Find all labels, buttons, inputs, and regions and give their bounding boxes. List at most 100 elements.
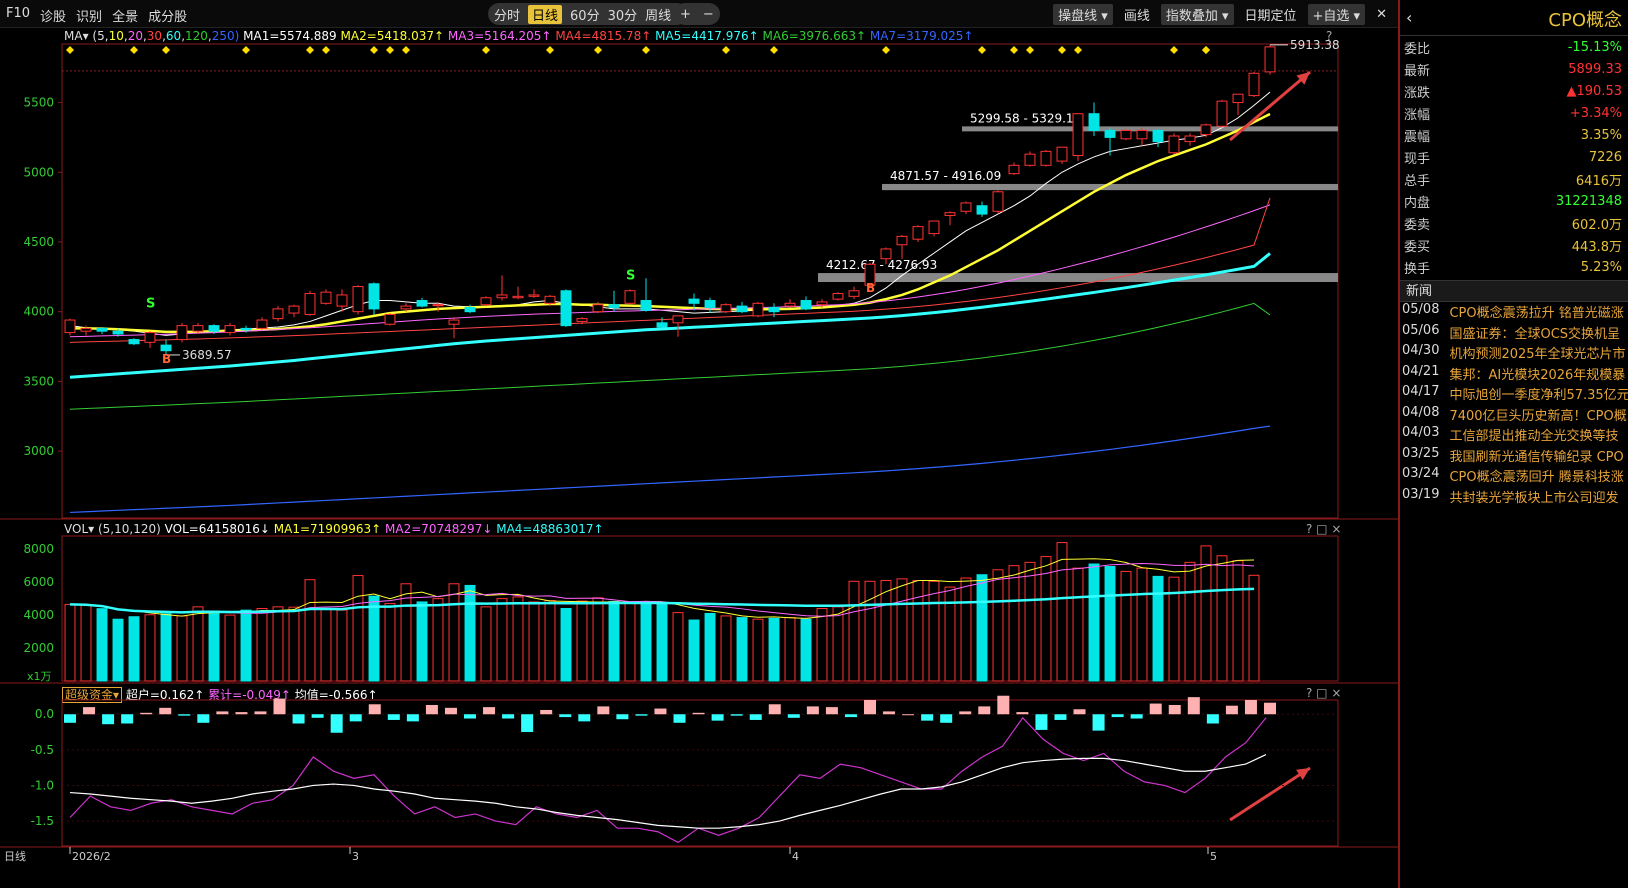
back-icon[interactable]: ‹ [1406,8,1412,27]
news-item[interactable]: 05/06 国盛证券：全球OCS交换机呈 [1400,323,1628,344]
candle-body [1024,153,1036,166]
period-60min[interactable]: 60分 [570,5,600,24]
constituents-button[interactable]: 成分股 [148,6,187,25]
news-item[interactable]: 04/17 中际旭创一季度净利57.35亿元 [1400,384,1628,405]
period-daily[interactable]: 日线 [528,4,563,24]
quote-row: 委卖 602.0万 [1400,212,1628,234]
ma5-value: MA5=4417.976↑ [655,29,759,43]
add-watchlist-dropdown[interactable]: +自选 ▾ [1307,4,1366,25]
news-headline: 中际旭创一季度净利57.35亿元 [1449,388,1628,403]
zoom-in-button[interactable]: + [680,7,691,22]
identify-button[interactable]: 识别 [76,6,102,25]
volume-bar [928,580,940,682]
news-item[interactable]: 04/30 机构预测2025年全球光芯片市 [1400,343,1628,364]
volume-bar [896,578,908,682]
trend-arrow [1229,70,1311,142]
fund-bar [978,706,991,715]
zone-label: 4212.67 - 4276.93 [826,258,937,272]
candle-body [1168,135,1180,154]
news-list: 05/08 CPO概念震荡拉升 铭普光磁涨 05/06 国盛证券：全球OCS交换机呈 0… [1400,302,1628,507]
news-date: 03/25 [1402,445,1440,461]
ma-line-1 [69,91,1271,336]
candle-body [960,202,972,212]
trading-line-dropdown[interactable]: 操盘线 ▾ [1053,4,1113,25]
candle-body [448,319,460,325]
news-header[interactable]: 新闻 [1400,280,1628,302]
volume-bar [768,617,780,682]
volume-bar [368,595,380,682]
close-icon[interactable]: ✕ [1371,6,1392,23]
news-item[interactable]: 04/03 工信部提出推动全光交换等技 [1400,425,1628,446]
fund-bar [1149,703,1162,715]
quote-rows: 委比 -15.13% 最新 5899.33 涨跌 ▲190.53 涨幅 +3.34% 震幅 3.3… [1400,36,1628,278]
low-label: 3689.57 [182,348,232,362]
news-item[interactable]: 04/08 7400亿巨头历史新高！CPO概 [1400,405,1628,426]
ma-legend-label[interactable]: MA▾ [64,29,89,43]
ma-line-5 [69,252,1271,379]
news-item[interactable]: 03/19 共封装光学板块上市公司迎发 [1400,487,1628,508]
fund-bar [1244,700,1257,715]
candle-body [80,327,92,332]
support-zone-band [962,126,1338,132]
volume-bar [512,596,524,682]
panorama-button[interactable]: 全景 [112,6,138,25]
signal-diamond [162,46,170,54]
signal-diamond [402,46,410,54]
fund-bar [387,714,400,720]
candle-body [624,290,636,304]
period-30min[interactable]: 30分 [608,5,638,24]
fund-panel-icons[interactable]: ? □ × [1306,686,1341,700]
news-item[interactable]: 03/24 CPO概念震荡回升 腾景科技涨 [1400,466,1628,487]
volume-tick-label: 2000 [23,641,54,655]
news-item[interactable]: 03/25 我国刷新光通信传输纪录 CPO [1400,446,1628,467]
fund-tick-label: -1.5 [31,814,54,828]
average-line [69,754,1267,829]
quote-value: +3.34% [1569,105,1622,121]
zoom-out-button[interactable]: − [703,7,714,22]
volume-bar [880,579,892,682]
candle-body [352,286,364,313]
news-item[interactable]: 05/08 CPO概念震荡拉升 铭普光磁涨 [1400,302,1628,323]
sell-marker: S [626,268,635,283]
ma-line-2 [70,112,1271,334]
candle-body [1216,100,1228,127]
fund-bar [692,712,705,715]
date-label: 3 [352,850,359,863]
vol-panel-icons[interactable]: ? □ × [1306,522,1341,536]
period-intraday[interactable]: 分时 [494,5,520,24]
quote-value: 602.0万 [1571,217,1622,233]
volume-bar [176,615,188,682]
diagnose-button[interactable]: 诊股 [40,6,66,25]
signal-diamond [1170,46,1178,54]
fund-bar [1073,709,1086,715]
ma4-value: MA4=4815.78↑ [555,29,652,43]
fund-indicator-dropdown[interactable]: 超级资金▾ [62,687,123,703]
vol-params: (5,10,120) [97,522,161,536]
index-overlay-dropdown[interactable]: 指数叠加 ▾ [1160,4,1234,25]
date-locate-button[interactable]: 日期定位 [1240,4,1302,25]
signal-diamond [1074,46,1082,54]
draw-line-button[interactable]: 画线 [1119,4,1155,25]
help-icon[interactable]: ? [1326,29,1332,43]
vol-legend-label[interactable]: VOL▾ [64,522,94,536]
quote-row: 委比 -15.13% [1400,36,1628,58]
candle-body [368,283,380,310]
volume-bar [80,604,92,682]
news-item[interactable]: 04/21 集邦：AI光模块2026年规模暴 [1400,364,1628,385]
signal-diamond [1026,46,1034,54]
buy-marker: B [162,352,171,366]
signal-diamond [1266,46,1274,54]
ma-param: 120 [185,29,208,43]
volume-bar [464,584,476,682]
signal-diamond [1010,46,1018,54]
candle-body [592,304,604,313]
volume-bar [256,608,268,682]
quote-row: 委买 443.8万 [1400,234,1628,256]
candle-body [1040,150,1052,166]
volume-bar [672,612,684,682]
candle-body [256,319,268,329]
f10-button[interactable]: F10 [6,6,30,25]
candle-body [720,304,732,313]
candle-body [864,263,876,286]
candle-body [288,305,300,314]
